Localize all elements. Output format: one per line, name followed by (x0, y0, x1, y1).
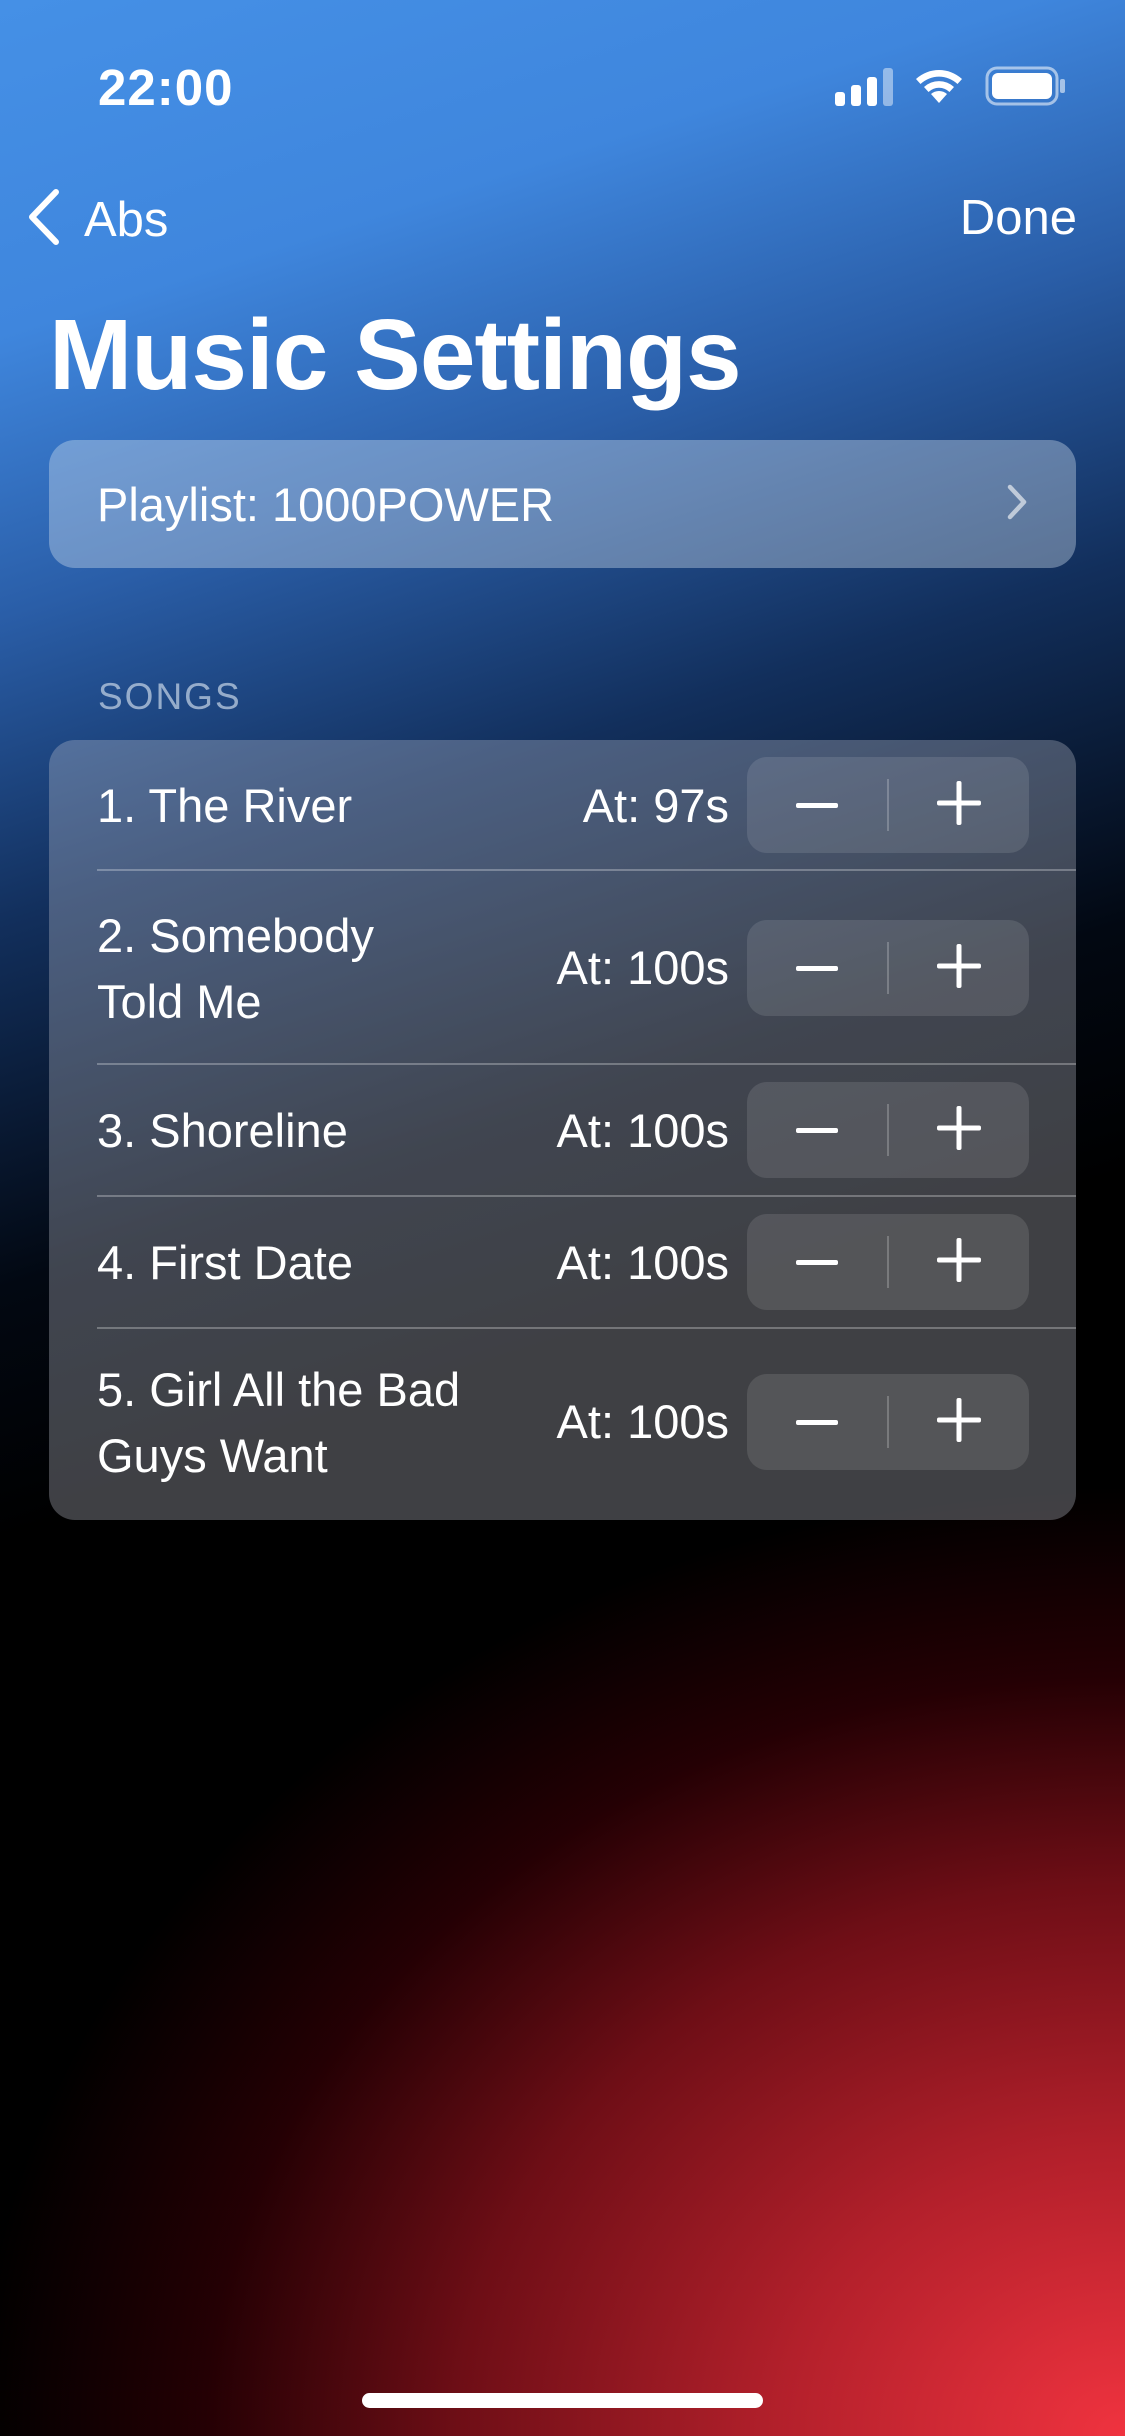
song-start-time: At: 100s (556, 1104, 729, 1157)
status-time: 22:00 (98, 59, 234, 116)
home-indicator[interactable] (362, 2393, 763, 2408)
song-start-time: At: 100s (556, 1236, 729, 1289)
battery-full-icon (985, 66, 1067, 106)
increment-button[interactable] (889, 757, 1029, 853)
done-button[interactable]: Done (960, 190, 1077, 246)
minus-icon (796, 959, 838, 977)
start-time-stepper (747, 757, 1029, 853)
plus-icon (937, 1105, 981, 1155)
start-time-stepper (747, 1214, 1029, 1310)
minus-icon (796, 796, 838, 814)
decrement-button[interactable] (747, 757, 887, 853)
plus-icon (937, 1397, 981, 1447)
navigation-bar: Abs Done (0, 170, 1125, 265)
increment-button[interactable] (889, 1374, 1029, 1470)
song-row: 5. Girl All the Bad Guys Want At: 100s (49, 1329, 1076, 1520)
playlist-label: Playlist: 1000POWER (97, 477, 555, 531)
start-time-stepper (747, 1374, 1029, 1470)
song-row: 2. Somebody Told Me At: 100s (49, 871, 1076, 1065)
minus-icon (796, 1253, 838, 1271)
plus-icon (937, 943, 981, 993)
decrement-button[interactable] (747, 1082, 887, 1178)
song-row: 1. The River At: 97s (49, 740, 1076, 871)
decrement-button[interactable] (747, 1214, 887, 1310)
decrement-button[interactable] (747, 920, 887, 1016)
chevron-right-icon (1006, 483, 1028, 526)
song-title: 5. Girl All the Bad Guys Want (97, 1363, 461, 1482)
increment-button[interactable] (889, 1214, 1029, 1310)
increment-button[interactable] (889, 920, 1029, 1016)
start-time-stepper (747, 920, 1029, 1016)
song-start-time: At: 100s (556, 941, 729, 994)
cellular-signal-icon (835, 66, 893, 106)
song-row: 4. First Date At: 100s (49, 1197, 1076, 1329)
back-button[interactable]: Abs (26, 188, 168, 251)
songs-section-header: SONGS (98, 676, 242, 717)
decrement-button[interactable] (747, 1374, 887, 1470)
wifi-icon (913, 67, 965, 105)
status-icons (835, 66, 1067, 106)
minus-icon (796, 1413, 838, 1431)
plus-icon (937, 780, 981, 830)
song-start-time: At: 97s (582, 779, 729, 832)
song-title: 1. The River (97, 779, 353, 832)
increment-button[interactable] (889, 1082, 1029, 1178)
song-title: 2. Somebody Told Me (97, 909, 374, 1028)
song-title: 3. Shoreline (97, 1104, 348, 1157)
start-time-stepper (747, 1082, 1029, 1178)
chevron-left-icon (26, 188, 62, 251)
minus-icon (796, 1121, 838, 1139)
back-label: Abs (84, 192, 169, 247)
status-bar: 22:00 (0, 0, 1125, 140)
song-start-time: At: 100s (556, 1395, 729, 1448)
song-row: 3. Shoreline At: 100s (49, 1065, 1076, 1197)
songs-list: 1. The River At: 97s 2. Somebody Told Me… (49, 740, 1076, 1520)
song-title: 4. First Date (97, 1236, 353, 1289)
playlist-row[interactable]: Playlist: 1000POWER (49, 440, 1076, 568)
page-title: Music Settings (49, 299, 742, 411)
plus-icon (937, 1237, 981, 1287)
